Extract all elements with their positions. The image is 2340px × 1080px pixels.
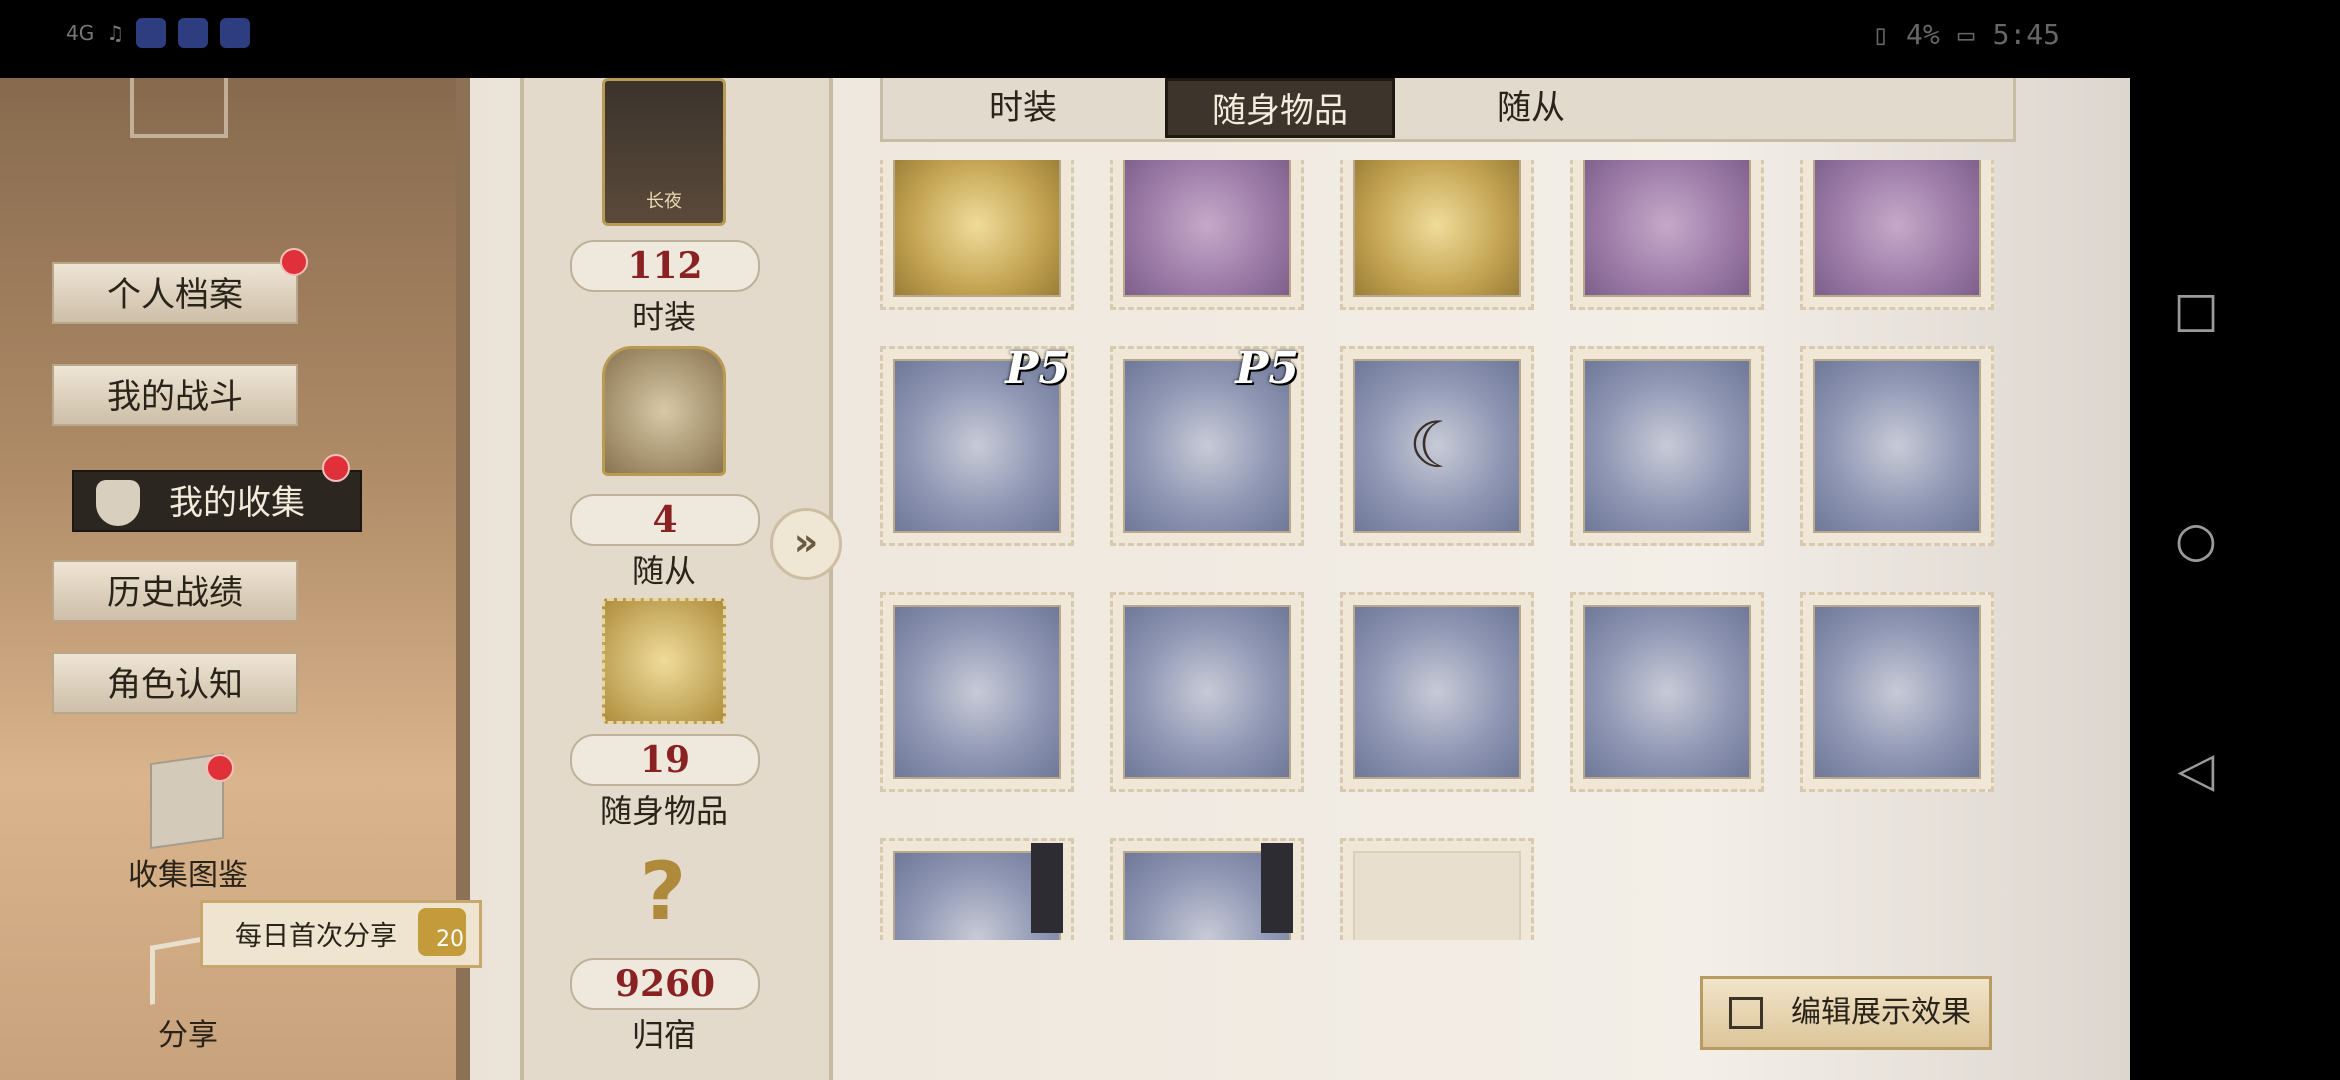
harmonica-item <box>1353 160 1521 297</box>
p5-badge: P5 <box>1005 343 1069 394</box>
daily-share-reward: 20 <box>436 927 464 952</box>
lollipop-item <box>1583 605 1751 779</box>
edit-icon <box>1729 997 1763 1029</box>
recents-button[interactable]: □ <box>2168 282 2224 338</box>
followers-label: 随从 <box>631 552 696 590</box>
menu-match-history-label: 历史战绩 <box>107 573 243 613</box>
game-screen: 个人档案 我的战斗 我的收集 历史战绩 角色认知 收集图鉴 分享 每日首次分享 … <box>0 78 2130 1080</box>
vibrate-battery-text: ▯ 4% <box>1872 18 1940 51</box>
menu-my-battles-label: 我的战斗 <box>107 377 243 417</box>
status-right: ▯ 4% ▭ 5:45 <box>1872 18 2060 51</box>
candy-jar-item <box>1813 160 1981 297</box>
menu-my-collection[interactable]: 我的收集 <box>72 470 362 532</box>
puzzle-reward-icon: 20 <box>418 908 466 956</box>
ghost-lantern-item <box>1583 160 1751 297</box>
menu-my-battles[interactable]: 我的战斗 <box>52 364 298 426</box>
exit-door-icon[interactable] <box>130 78 228 138</box>
item-stamp[interactable] <box>880 838 1074 940</box>
home-label: 归宿 <box>631 1016 696 1054</box>
sleeping-moon-item: ☾ <box>1353 359 1521 533</box>
edit-display-button[interactable]: 编辑展示效果 <box>1700 976 1992 1050</box>
battery-icon: ▭ <box>1957 18 1975 51</box>
tag-bundle-item <box>1813 359 1981 533</box>
empty-slot-art <box>1353 851 1521 940</box>
notification-dot <box>280 248 308 276</box>
tab-costumes[interactable]: 时装 <box>953 78 1093 138</box>
empty-slot <box>1340 838 1534 940</box>
collection-book-label[interactable]: 收集图鉴 <box>118 850 258 894</box>
moon-blade-item <box>1583 359 1751 533</box>
menu-character-knowledge[interactable]: 角色认知 <box>52 652 298 714</box>
p5-badge: P5 <box>1235 343 1299 394</box>
bungo-item <box>1123 843 1293 940</box>
accessory-thumbnail[interactable] <box>602 598 726 724</box>
costumes-label: 时装 <box>631 298 696 336</box>
menu-character-knowledge-label: 角色认知 <box>107 665 243 705</box>
costumes-count: 112 <box>570 240 760 292</box>
notification-dot <box>206 754 234 782</box>
home-button[interactable]: ○ <box>2168 512 2224 568</box>
item-stamp[interactable] <box>1800 592 1994 792</box>
item-stamp[interactable] <box>1800 160 1994 310</box>
item-stamp[interactable] <box>1340 592 1534 792</box>
item-stamp[interactable] <box>1340 160 1534 310</box>
item-stamp[interactable] <box>1110 160 1304 310</box>
item-stamp[interactable]: P5 <box>880 343 1074 546</box>
item-stamp[interactable]: ☾ <box>1340 346 1534 546</box>
edit-display-label: 编辑展示效果 <box>1791 995 1971 1030</box>
banner-decoration <box>1031 843 1063 933</box>
back-button[interactable]: ◁ <box>2168 742 2224 798</box>
item-stamp[interactable] <box>880 160 1074 310</box>
signal-indicator: 4G <box>66 21 95 45</box>
wrench-tool-item <box>893 605 1061 779</box>
tab-accessories[interactable]: 随身物品 <box>1165 78 1395 138</box>
item-stamp[interactable] <box>1800 346 1994 546</box>
music-icon: ♫ <box>106 21 125 45</box>
golden-scepter-item <box>893 160 1061 297</box>
item-stamp[interactable] <box>1110 838 1304 940</box>
app-icon-3 <box>220 18 251 48</box>
question-mark-icon: ? <box>639 845 687 938</box>
tab-followers[interactable]: 随从 <box>1471 78 1591 138</box>
item-stamp[interactable] <box>1570 592 1764 792</box>
costume-portrait-label: 长夜 <box>646 191 682 212</box>
bungo-item <box>893 843 1063 940</box>
blue-rose-cane-item <box>1123 160 1291 297</box>
menu-profile-label: 个人档案 <box>107 275 243 315</box>
horn-item <box>1813 605 1981 779</box>
follower-cage-thumbnail[interactable] <box>602 346 726 476</box>
status-bar: 4G ♫ ▯ 4% ▭ 5:45 <box>0 0 2130 78</box>
menu-match-history[interactable]: 历史战绩 <box>52 560 298 622</box>
item-stamp[interactable] <box>1570 346 1764 546</box>
menu-my-collection-label: 我的收集 <box>169 483 305 523</box>
daily-share-text: 每日首次分享 <box>235 921 397 952</box>
share-label[interactable]: 分享 <box>148 1010 228 1054</box>
collection-stats-column: 长夜 112 时装 4 随从 19 随身物品 ? 9260 归宿 <box>520 78 833 1080</box>
category-tabs: 时装 随身物品 随从 <box>880 78 2016 142</box>
banner-decoration <box>1261 843 1293 933</box>
menu-profile[interactable]: 个人档案 <box>52 262 298 324</box>
app-icon-1 <box>136 18 167 48</box>
notification-dot <box>322 454 350 482</box>
clock: 5:45 <box>1992 18 2060 51</box>
system-nav-bar <box>2130 0 2340 1080</box>
item-stamp[interactable]: P5 <box>1110 343 1304 546</box>
light-staff-item: P5 <box>1123 343 1299 533</box>
item-stamp[interactable] <box>880 592 1074 792</box>
home-count: 9260 <box>570 958 760 1010</box>
followers-count: 4 <box>570 494 760 546</box>
costume-portrait[interactable]: 长夜 <box>602 78 726 226</box>
accessory-grid: P5 P5 ☾ <box>880 160 2020 940</box>
katana-item: P5 <box>893 343 1069 533</box>
accessories-label: 随身物品 <box>599 792 728 830</box>
app-icon-2 <box>178 18 209 48</box>
shield-icon <box>96 480 140 526</box>
mace-item <box>1123 605 1291 779</box>
status-left: 4G ♫ <box>66 18 251 48</box>
item-stamp[interactable] <box>1570 160 1764 310</box>
accessories-count: 19 <box>570 734 760 786</box>
expand-arrow-button[interactable]: » <box>770 508 842 580</box>
gem-box-item <box>1353 605 1521 779</box>
item-stamp[interactable] <box>1110 592 1304 792</box>
